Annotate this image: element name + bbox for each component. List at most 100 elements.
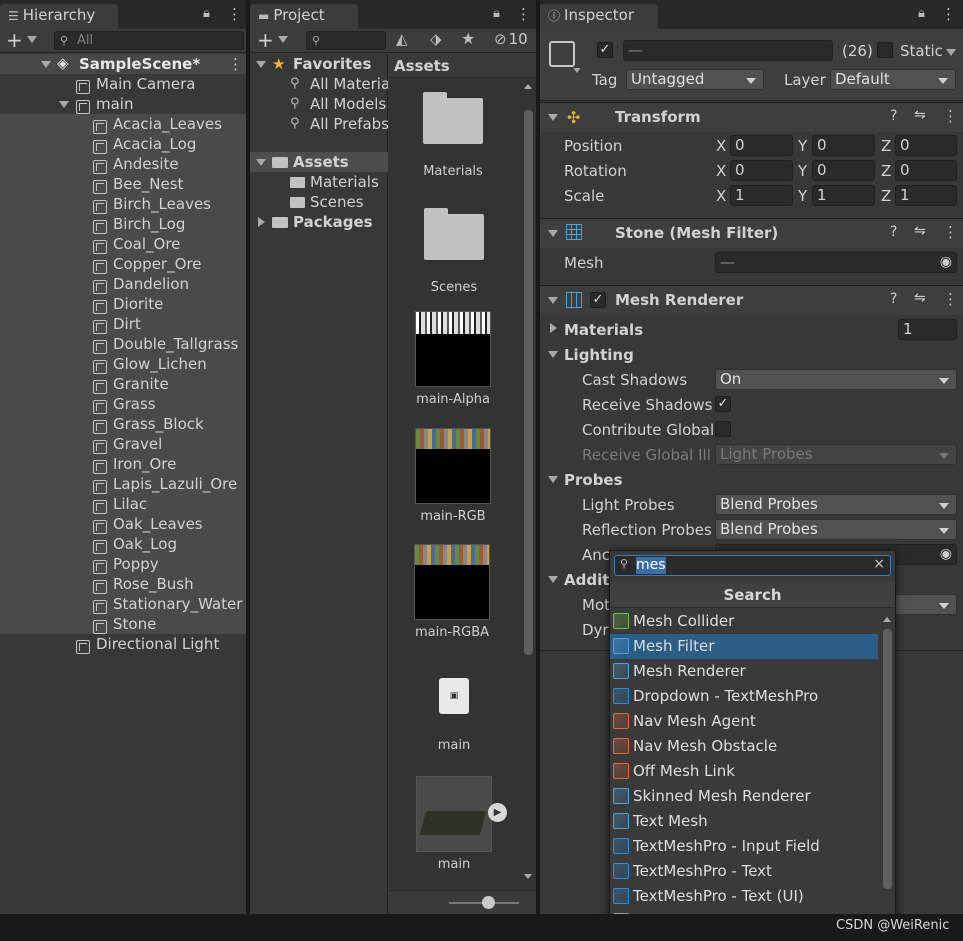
static-checkbox[interactable] (877, 42, 893, 58)
lock-icon[interactable]: 🔒︎ (493, 6, 500, 21)
axis-y-label[interactable]: Y (798, 137, 807, 155)
zoom-slider-handle[interactable] (482, 896, 495, 909)
collapse-arrow-icon[interactable] (548, 476, 558, 483)
hierarchy-item[interactable]: Diorite (0, 294, 246, 314)
component-result-item[interactable]: Skinned Mesh Renderer (610, 784, 878, 809)
asset-main-rgb[interactable]: main-RGB (403, 428, 503, 524)
search-by-label-icon[interactable]: ⬗ (430, 30, 442, 48)
axis-x-label[interactable]: X (716, 137, 726, 155)
hierarchy-item[interactable]: Lapis_Lazuli_Ore (0, 474, 246, 494)
favorite-item[interactable]: ⚲ All Materia (250, 74, 388, 94)
scroll-thumb[interactable] (883, 629, 892, 889)
scene-row[interactable]: ◈ SampleScene* ⋮ (0, 54, 246, 74)
collapse-arrow-icon[interactable] (548, 230, 558, 237)
transform-x-field[interactable]: 0 (730, 135, 793, 156)
hierarchy-item[interactable]: Directional Light (0, 634, 246, 654)
mesh-renderer-header[interactable]: ✓ Mesh Renderer ? ⇋ ⋮ (540, 285, 963, 315)
cast-shadows-dropdown[interactable]: On (715, 369, 957, 390)
component-result-item[interactable]: Dropdown - TextMeshPro (610, 684, 878, 709)
tab-hierarchy[interactable]: ☰ Hierarchy (0, 4, 118, 29)
favorite-item[interactable]: ⚲ All Prefabs (250, 114, 388, 134)
object-picker-icon[interactable]: ◉ (940, 545, 952, 564)
project-search-input[interactable]: ⚲ (306, 31, 386, 50)
component-menu-icon[interactable]: ⋮ (943, 223, 958, 241)
component-menu-icon[interactable]: ⋮ (943, 107, 958, 125)
hierarchy-item[interactable]: Coal_Ore (0, 234, 246, 254)
component-result-item[interactable]: TextMeshPro - Text (610, 859, 878, 884)
receive-shadows-checkbox[interactable]: ✓ (715, 396, 731, 412)
favorite-star-icon[interactable]: ★ (461, 29, 475, 48)
component-search-query[interactable]: mes (636, 557, 666, 574)
axis-y-label[interactable]: Y (798, 162, 807, 180)
active-checkbox[interactable]: ✓ (597, 42, 613, 58)
tag-dropdown[interactable]: Untagged (626, 69, 764, 90)
lighting-label[interactable]: Lighting (564, 346, 634, 364)
hierarchy-item[interactable]: Acacia_Leaves (0, 114, 246, 134)
play-icon[interactable]: ▶ (488, 803, 507, 822)
scroll-up-icon[interactable] (524, 84, 532, 89)
tab-inspector[interactable]: ⓘ Inspector (540, 4, 658, 29)
asset-scenes[interactable]: Scenes (404, 208, 504, 295)
axis-x-label[interactable]: X (716, 162, 726, 180)
asset-folder-item[interactable]: Scenes (250, 192, 388, 212)
component-result-item[interactable]: Mesh Filter (610, 634, 878, 659)
scene-menu-icon[interactable]: ⋮ (228, 55, 243, 73)
hierarchy-item[interactable]: Grass (0, 394, 246, 414)
transform-y-field[interactable]: 1 (812, 185, 875, 206)
axis-x-label[interactable]: X (716, 187, 726, 205)
more-options-icon[interactable]: ⋮ (516, 5, 531, 23)
mesh-renderer-enabled-checkbox[interactable]: ✓ (590, 292, 606, 308)
asset-main-material[interactable]: ▣ main (404, 678, 504, 753)
gameobject-icon[interactable] (549, 41, 575, 67)
hierarchy-item[interactable]: Double_Tallgrass (0, 334, 246, 354)
asset-materials[interactable]: Materials (403, 92, 503, 179)
hierarchy-item[interactable]: Bee_Nest (0, 174, 246, 194)
component-result-item[interactable]: TextMeshPro - Input Field (610, 834, 878, 859)
hierarchy-item[interactable]: Gravel (0, 434, 246, 454)
hierarchy-item[interactable]: Andesite (0, 154, 246, 174)
asset-main-model[interactable]: ▶ main (404, 776, 507, 872)
collapse-arrow-icon[interactable] (256, 159, 266, 166)
component-result-item[interactable]: Mesh Renderer (610, 659, 878, 684)
scroll-thumb[interactable] (524, 110, 533, 655)
hierarchy-search-input[interactable]: ⚲ All (54, 31, 244, 50)
scroll-down-icon[interactable] (524, 874, 532, 879)
hierarchy-item[interactable]: Acacia_Log (0, 134, 246, 154)
assets-row[interactable]: Assets (250, 152, 388, 172)
collapse-arrow-icon[interactable] (41, 61, 51, 68)
collapse-arrow-icon[interactable] (548, 576, 558, 583)
transform-header[interactable]: ✣ Transform ? ⇋ ⋮ (540, 102, 963, 132)
mesh-object-field[interactable]: — ◉ (715, 252, 957, 273)
transform-z-field[interactable]: 0 (895, 135, 957, 156)
collapse-arrow-icon[interactable] (256, 61, 266, 68)
transform-z-field[interactable]: 0 (895, 160, 957, 181)
transform-x-field[interactable]: 0 (730, 160, 793, 181)
popup-scrollbar[interactable] (880, 611, 894, 941)
hierarchy-item[interactable]: Glow_Lichen (0, 354, 246, 374)
hierarchy-item[interactable]: Iron_Ore (0, 454, 246, 474)
hierarchy-item[interactable]: Rose_Bush (0, 574, 246, 594)
object-name-field[interactable]: — (623, 40, 833, 61)
lock-icon[interactable]: 🔒︎ (918, 6, 925, 21)
collapse-arrow-icon[interactable] (59, 101, 69, 108)
transform-y-field[interactable]: 0 (812, 160, 875, 181)
axis-z-label[interactable]: Z (881, 187, 891, 205)
hierarchy-item[interactable]: Poppy (0, 554, 246, 574)
component-result-item[interactable]: Nav Mesh Agent (610, 709, 878, 734)
hierarchy-item[interactable]: Oak_Log (0, 534, 246, 554)
component-search-field[interactable]: ⚲ mes × (614, 555, 891, 576)
presets-icon[interactable]: ⇋ (914, 223, 926, 239)
mesh-filter-header[interactable]: Stone (Mesh Filter) ? ⇋ ⋮ (540, 218, 963, 248)
presets-icon[interactable]: ⇋ (914, 290, 926, 306)
static-label[interactable]: Static (900, 42, 943, 60)
component-result-item[interactable]: TextMeshPro - Text (UI) (610, 884, 878, 909)
component-result-item[interactable]: Mesh Collider (610, 609, 878, 634)
materials-count-field[interactable]: 1 (898, 319, 957, 340)
favorite-item[interactable]: ⚲ All Models (250, 94, 388, 114)
transform-z-field[interactable]: 1 (895, 185, 957, 206)
favorites-row[interactable]: ★ Favorites (250, 54, 388, 74)
hierarchy-item[interactable]: Birch_Leaves (0, 194, 246, 214)
transform-y-field[interactable]: 0 (812, 135, 875, 156)
component-menu-icon[interactable]: ⋮ (943, 290, 958, 308)
help-icon[interactable]: ? (890, 224, 897, 240)
